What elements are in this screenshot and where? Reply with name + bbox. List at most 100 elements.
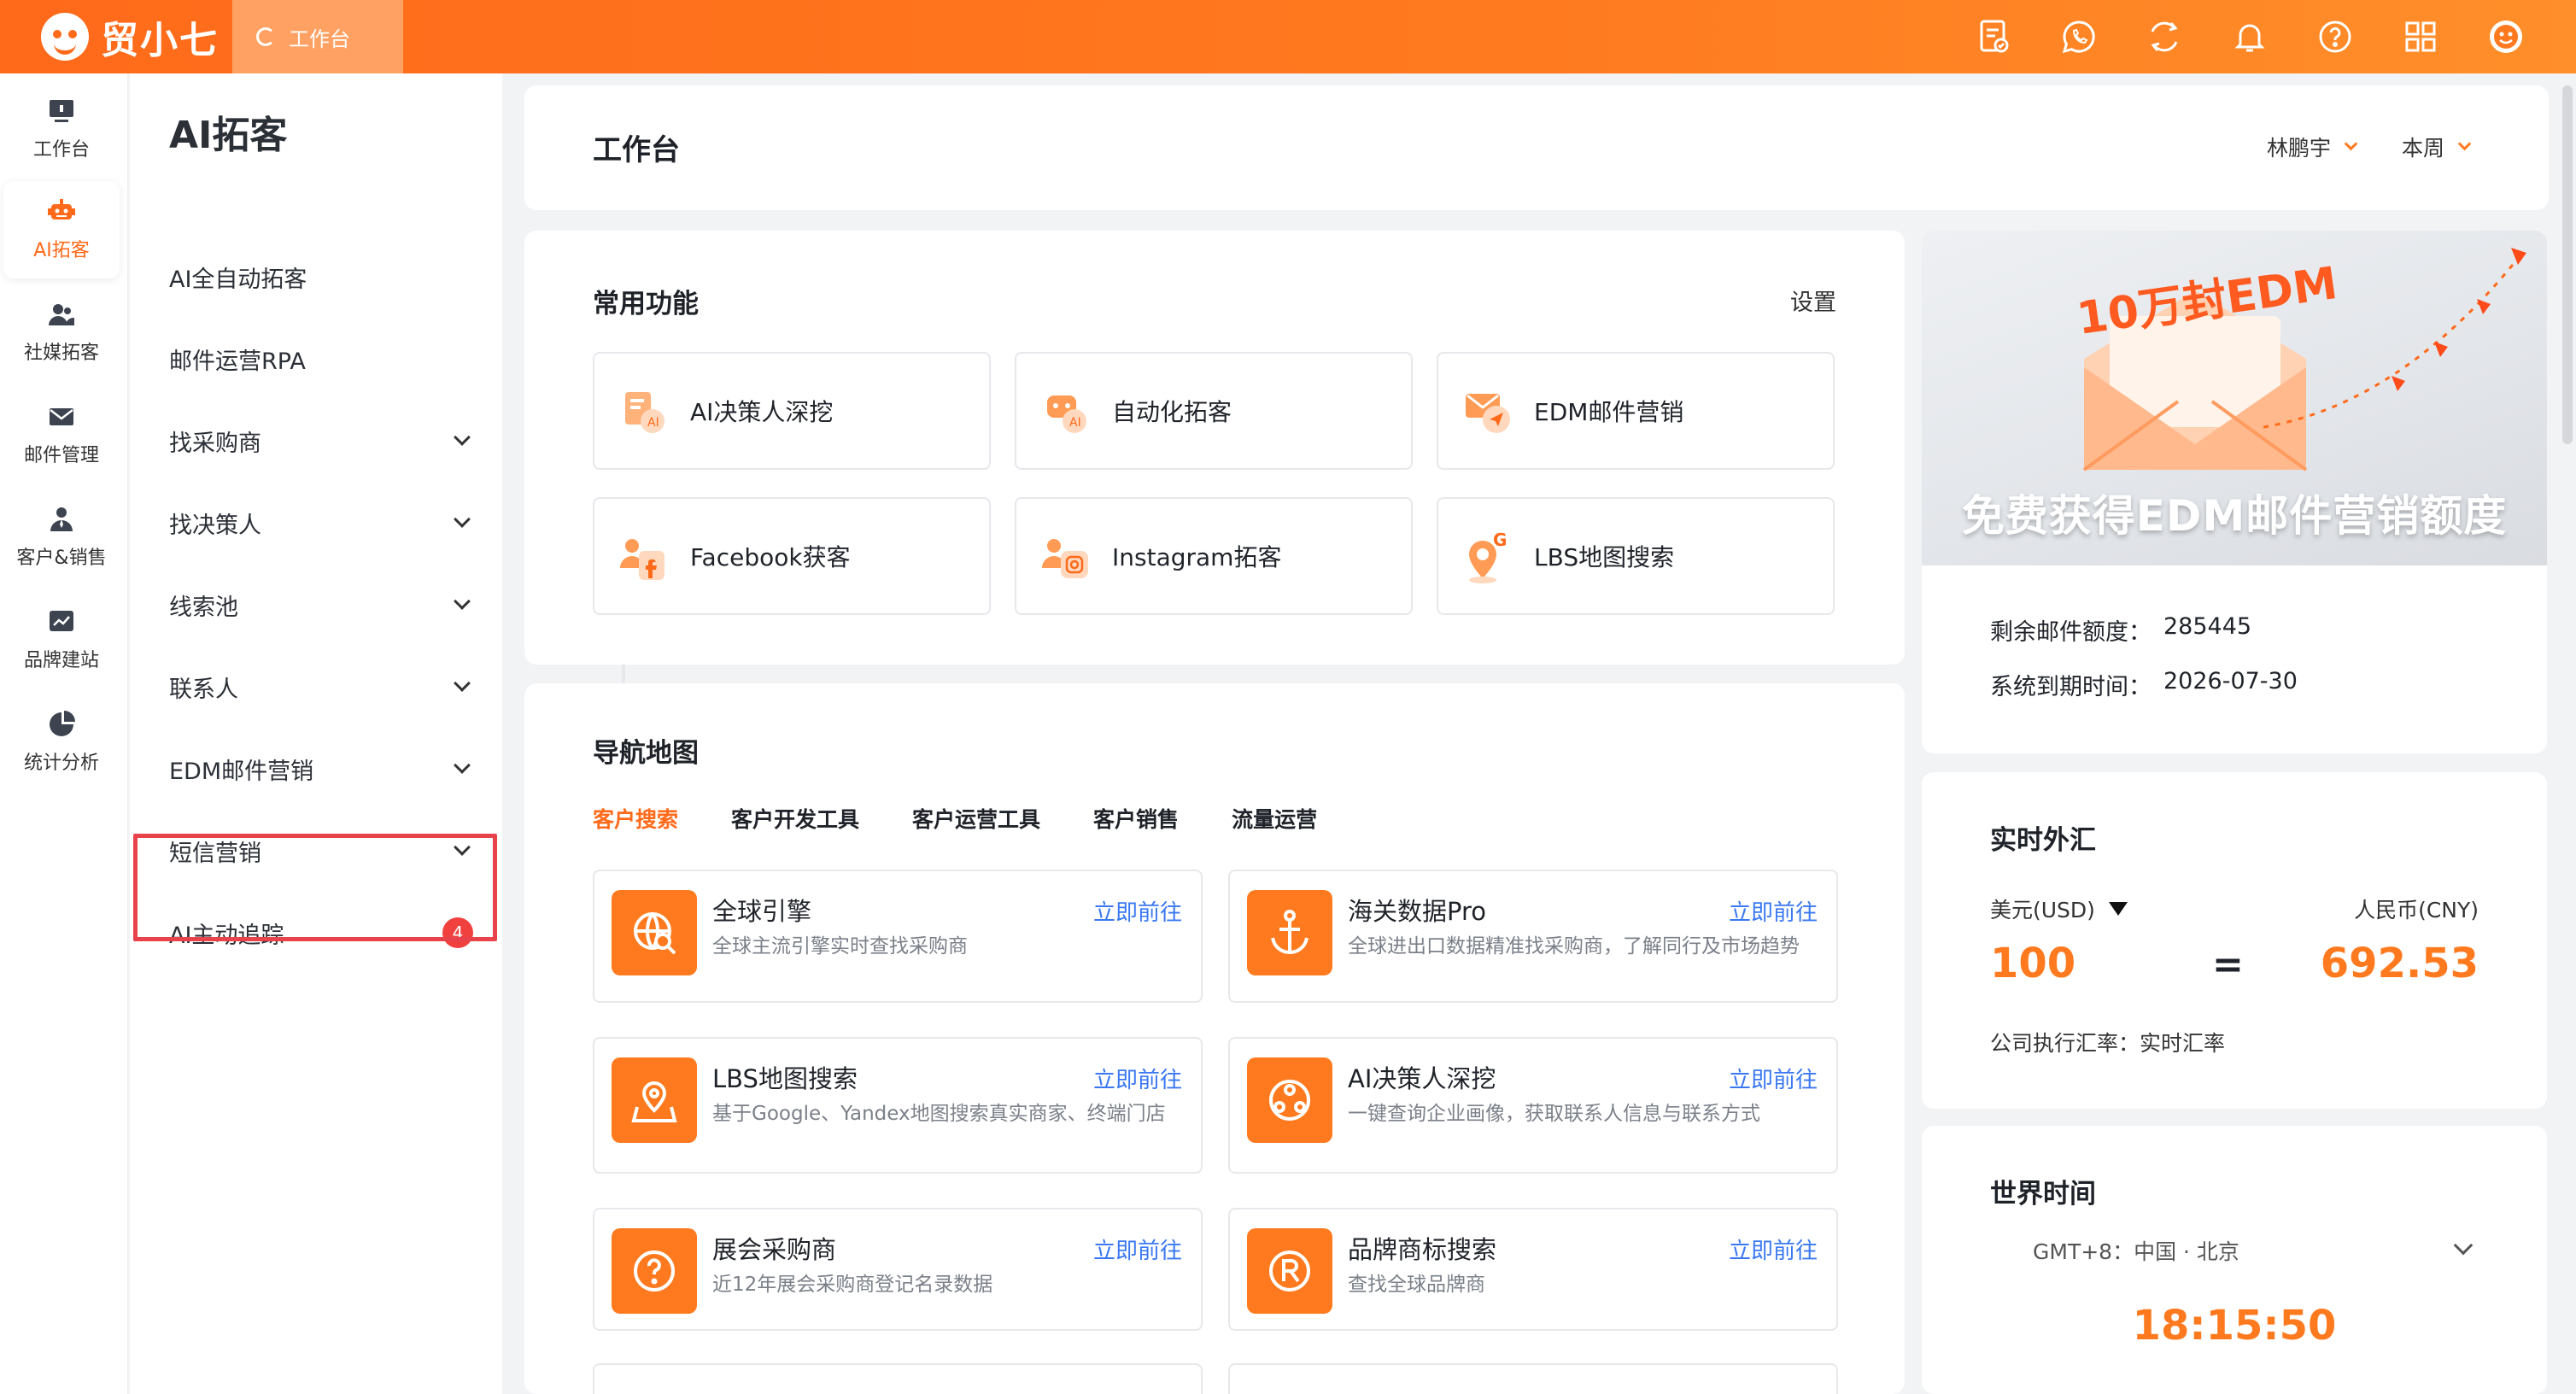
help-icon[interactable] — [2316, 18, 2354, 56]
nav-tile-desc: 全球进出口数据精准找采购商，了解同行及市场趋势 — [1348, 935, 1800, 958]
subnav-item-label: 邮件运营RPA — [169, 348, 306, 375]
common-functions-card: 常用功能 设置 AI AI决策人深挖 AI 自动化拓客 EDM邮件营销 Face… — [524, 231, 1905, 665]
registered-trademark-icon — [1247, 1228, 1332, 1314]
timezone-select[interactable]: GMT+8：中国 · 北京 — [2033, 1235, 2239, 1266]
settings-link[interactable]: 设置 — [1790, 284, 1836, 317]
function-facebook[interactable]: Facebook获客 — [593, 497, 991, 615]
section-title: 常用功能 — [593, 289, 699, 319]
rail-item-ai-prospecting[interactable]: AI拓客 — [3, 181, 120, 278]
nav-tile-brand-trademark[interactable]: 品牌商标搜索 查找全球品牌商 立即前往 — [1228, 1208, 1838, 1331]
chevron-down-icon — [454, 675, 471, 692]
logo-mark-icon — [41, 13, 89, 61]
currency-from-value[interactable]: 100 — [1990, 940, 2075, 987]
nav-tile-customs-data[interactable]: 海关数据Pro 全球进出口数据精准找采购商，了解同行及市场趋势 立即前往 — [1228, 870, 1838, 1003]
function-instagram[interactable]: Instagram拓客 — [1015, 497, 1413, 615]
subnav-item-label: EDM邮件营销 — [169, 758, 314, 785]
brand-logo[interactable]: 贸小七 — [41, 10, 219, 63]
avatar-icon[interactable] — [2487, 18, 2525, 56]
rail-item-workbench[interactable]: 工作台 — [3, 80, 120, 178]
function-auto-prospecting[interactable]: AI 自动化拓客 — [1015, 352, 1413, 470]
page-header: 工作台 林鹏宇 本周 — [524, 85, 2549, 210]
top-toolbar — [1975, 0, 2525, 73]
nav-tile-more[interactable] — [593, 1363, 1203, 1394]
subnav-item-label: 找决策人 — [169, 512, 261, 539]
edm-promo-card: 10万封EDM 免费获得EDM邮件营销额度 剩余邮件额度： 285445 系统到… — [1922, 231, 2547, 753]
rail-item-statistics[interactable]: 统计分析 — [3, 694, 120, 791]
share-refresh-icon[interactable] — [2146, 18, 2183, 56]
subnav-item-mail-rpa[interactable]: 邮件运营RPA — [169, 333, 480, 384]
currency-from-select[interactable]: 美元(USD) — [1990, 893, 2128, 924]
subnav-item-edm[interactable]: EDM邮件营销 — [169, 743, 480, 794]
tab-dev-tools[interactable]: 客户开发工具 — [731, 803, 859, 834]
go-link[interactable]: 立即前往 — [1093, 895, 1182, 927]
checklist-icon[interactable] — [1975, 18, 2012, 56]
nav-tile-desc: 查找全球品牌商 — [1348, 1274, 1485, 1296]
tab-traffic[interactable]: 流量运营 — [1232, 803, 1317, 834]
rail-item-social[interactable]: 社媒拓客 — [3, 284, 120, 381]
bell-icon[interactable] — [2231, 18, 2269, 56]
chevron-down-icon[interactable] — [2453, 1235, 2474, 1256]
promo-banner[interactable]: 10万封EDM 免费获得EDM邮件营销额度 — [1922, 231, 2547, 565]
nav-tile-desc: 近12年展会采购商登记名录数据 — [712, 1274, 993, 1296]
subnav-item-contacts[interactable]: 联系人 — [169, 661, 480, 712]
section-title: 世界时间 — [1990, 1179, 2096, 1210]
currency-to-label: 人民币(CNY) — [2354, 898, 2479, 922]
tab-workbench[interactable]: 工作台 — [232, 0, 403, 73]
chevron-down-icon — [454, 429, 471, 446]
nav-tile-title: 海关数据Pro — [1348, 897, 1487, 926]
nav-tile-title: 全球引擎 — [712, 897, 812, 926]
go-link[interactable]: 立即前往 — [1729, 895, 1818, 927]
chevron-down-icon — [2344, 137, 2358, 150]
user-select-value: 林鹏宇 — [2267, 136, 2332, 161]
function-lbs-map[interactable]: G LBS地图搜索 — [1437, 497, 1835, 615]
tab-customer-search[interactable]: 客户搜索 — [593, 803, 678, 834]
whatsapp-icon[interactable] — [2060, 18, 2098, 56]
remaining-value: 285445 — [2163, 613, 2252, 640]
subnav-item-ai-auto[interactable]: AI全自动拓客 — [169, 251, 480, 302]
go-link[interactable]: 立即前往 — [1729, 1233, 1818, 1265]
robot-icon — [48, 199, 75, 220]
monitor-icon — [50, 100, 73, 122]
go-link[interactable]: 立即前往 — [1093, 1063, 1182, 1094]
rail-label: 邮件管理 — [23, 445, 99, 466]
rail-item-brand-site[interactable]: 品牌建站 — [3, 591, 120, 688]
equals-sign: = — [2212, 943, 2244, 987]
nav-tile-global-engine[interactable]: 全球引擎 全球主流引擎实时查找采购商 立即前往 — [593, 870, 1203, 1003]
subnav-item-find-buyers[interactable]: 找采购商 — [169, 415, 480, 466]
go-link[interactable]: 立即前往 — [1729, 1063, 1818, 1094]
globe-search-icon — [612, 890, 697, 975]
expire-date: 系统到期时间： 2026-07-30 — [1990, 668, 2298, 701]
ai-document-icon: AI — [625, 392, 664, 433]
subnav-item-lead-pool[interactable]: 线索池 — [169, 579, 480, 630]
world-time-card: 世界时间 GMT+8：中国 · 北京 18:15:50 — [1922, 1126, 2547, 1394]
page-title: 工作台 — [593, 133, 680, 167]
tab-ops-tools[interactable]: 客户运营工具 — [912, 803, 1040, 834]
navigation-map-card: 导航地图 客户搜索 客户开发工具 客户运营工具 客户销售 流量运营 全球引擎 全… — [524, 683, 1905, 1394]
period-select[interactable]: 本周 — [2402, 132, 2472, 162]
refresh-icon[interactable] — [256, 27, 275, 46]
people-network-icon — [1247, 1057, 1332, 1143]
remaining-quota: 剩余邮件额度： 285445 — [1990, 613, 2251, 647]
nav-tile-lbs-map[interactable]: LBS地图搜索 基于Google、Yandex地图搜索真实商家、终端门店 立即前… — [593, 1037, 1203, 1174]
apps-grid-icon[interactable] — [2402, 18, 2439, 56]
currency-to-value: 692.53 — [2320, 940, 2479, 987]
function-label: LBS地图搜索 — [1534, 543, 1675, 571]
user-select[interactable]: 林鹏宇 — [2267, 132, 2358, 162]
nav-tile-ai-decision-maker[interactable]: AI决策人深挖 一键查询企业画像，获取联系人信息与联系方式 立即前往 — [1228, 1037, 1838, 1174]
subnav-item-label: AI全自动拓客 — [169, 266, 307, 293]
chevron-down-icon — [454, 511, 471, 528]
nav-tile-exhibition-buyers[interactable]: 展会采购商 近12年展会采购商登记名录数据 立即前往 — [593, 1208, 1203, 1331]
go-link[interactable]: 立即前往 — [1093, 1233, 1182, 1265]
nav-tile-title: 展会采购商 — [712, 1235, 837, 1264]
function-ai-decision-maker[interactable]: AI AI决策人深挖 — [593, 352, 991, 470]
rail-item-mail[interactable]: 邮件管理 — [3, 386, 120, 483]
rail-item-customer-sales[interactable]: 客户&销售 — [3, 489, 120, 586]
subnav-item-find-decision-makers[interactable]: 找决策人 — [169, 497, 480, 548]
nav-tile-more[interactable] — [1228, 1363, 1838, 1394]
section-title: 实时外汇 — [1990, 825, 2096, 856]
remaining-label: 剩余邮件额度： — [1990, 619, 2152, 646]
function-edm-marketing[interactable]: EDM邮件营销 — [1437, 352, 1835, 470]
period-select-value: 本周 — [2402, 136, 2445, 161]
page-scrollbar[interactable] — [2562, 85, 2573, 444]
tab-sales[interactable]: 客户销售 — [1093, 803, 1179, 834]
